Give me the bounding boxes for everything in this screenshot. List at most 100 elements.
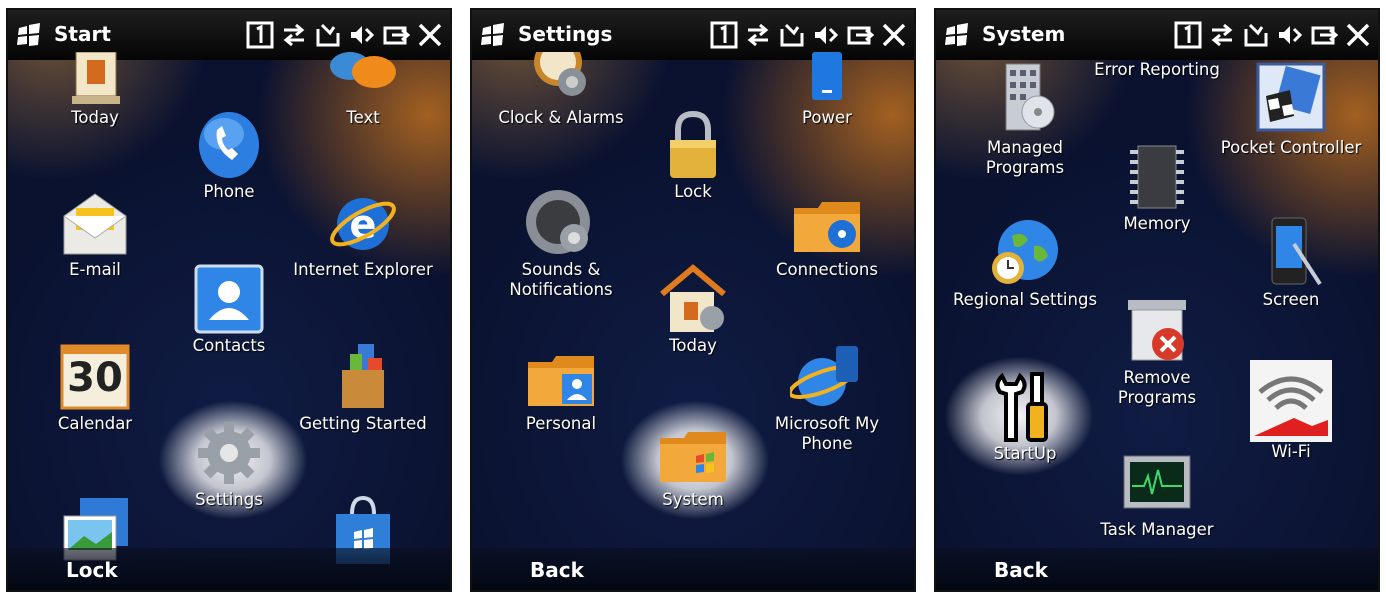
softkey-lock-button[interactable]: Lock [66,558,118,582]
tile-phone[interactable]: Phone [154,108,304,202]
sim-card-1-icon[interactable] [1174,21,1202,49]
tile-label: Screen [1262,290,1320,309]
tile-wifi[interactable]: Wi-Fi [1216,360,1366,462]
tile-system[interactable]: System [618,416,768,510]
tile-managed-programs[interactable]: Managed Programs [950,62,1100,178]
tile-microsoft-my-phone[interactable]: Microsoft My Phone [752,340,902,454]
padlock-icon [656,108,730,182]
tile-label: Memory [1123,214,1191,233]
windows-start-icon[interactable] [480,23,506,47]
internet-explorer-icon: e [326,186,400,260]
sim-card-1-icon[interactable] [710,21,738,49]
tile-label: Connections [776,260,878,279]
tile-label: Today [71,108,119,127]
tile-today[interactable]: Today [618,262,768,356]
tile-sounds-notifications[interactable]: Sounds & Notifications [486,186,636,300]
tile-label: Power [802,108,852,127]
phone-icon [192,108,266,182]
calendar-day: 30 [67,355,123,401]
tile-label: Text [346,108,380,127]
tile-clock-alarms[interactable]: Clock & Alarms [486,38,636,128]
battery-plug-icon[interactable] [846,21,875,49]
tile-label: Contacts [192,336,266,355]
globe-clock-icon [988,216,1062,290]
tile-task-manager[interactable]: Task Manager [1082,446,1232,540]
phone-missed-icon[interactable] [1242,21,1270,49]
remove-programs-icon [1120,294,1194,368]
tile-text[interactable]: Text [288,52,438,128]
close-icon[interactable] [416,21,444,49]
tile-label: Wi-Fi [1271,442,1311,461]
tile-label: Personal [525,414,597,433]
softkey-back-button[interactable]: Back [530,558,584,582]
tile-label: Pocket Controller [1220,138,1362,157]
folder-windows-icon [656,416,730,490]
gear-icon [192,416,266,490]
tile-settings[interactable]: Settings [154,416,304,510]
folder-contact-icon [524,340,598,414]
tile-label: Task Manager [1100,520,1214,539]
pocket-controller-icon [1254,62,1328,138]
battery-plug-icon[interactable] [382,21,411,49]
softkey-back-button[interactable]: Back [994,558,1048,582]
folder-antenna-icon [790,186,864,260]
tile-email[interactable]: E-mail [20,186,170,280]
volume-muted-icon[interactable] [812,21,840,49]
tile-regional-settings[interactable]: Regional Settings [950,216,1100,310]
windows-start-icon[interactable] [944,23,970,47]
start-screen: Start Today Text Phone E-mail e Internet… [6,8,452,592]
settings-screen: Settings Clock & Alarms Power Lock Sound… [470,8,916,592]
house-icon [58,51,132,108]
clock-gear-icon [524,38,598,108]
tile-internet-explorer[interactable]: e Internet Explorer [288,186,438,280]
phone-missed-icon[interactable] [778,21,806,49]
status-bar [246,21,444,49]
tile-label: Microsoft My Phone [774,414,880,453]
tile-label: Lock [674,182,712,201]
tile-label: Settings [195,490,263,509]
tile-power[interactable]: Power [752,52,902,128]
data-sync-icon[interactable] [280,21,308,49]
tile-label: Phone [203,182,255,201]
windows-start-icon[interactable] [16,23,42,47]
tile-contacts[interactable]: Contacts [154,262,304,356]
softkey-bar: Back [936,548,1378,590]
data-sync-icon[interactable] [744,21,772,49]
tile-label: Sounds & Notifications [509,260,613,299]
tile-label: System [662,490,724,509]
tile-pocket-controller[interactable]: Pocket Controller [1216,62,1366,158]
tile-personal[interactable]: Personal [486,340,636,434]
screen-title: Settings [518,22,613,46]
wrench-screwdriver-icon [988,370,1062,444]
tile-lock[interactable]: Lock [618,108,768,202]
softkey-bar: Back [472,548,914,590]
battery-plug-icon[interactable] [1310,21,1339,49]
volume-muted-icon[interactable] [1276,21,1304,49]
tile-getting-started[interactable]: Getting Started [288,340,438,434]
tile-today[interactable]: Today [20,51,170,128]
tile-startup[interactable]: StartUp [950,370,1100,464]
data-sync-icon[interactable] [1208,21,1236,49]
tile-screen[interactable]: Screen [1216,216,1366,310]
close-icon[interactable] [1344,21,1372,49]
tile-label: Regional Settings [952,290,1098,309]
speaker-gear-icon [524,186,598,260]
tile-label: Remove Programs [1117,368,1197,407]
sim-card-1-icon[interactable] [246,21,274,49]
wifi-icon [1250,360,1332,442]
status-bar [710,21,908,49]
tile-calendar[interactable]: 30 Calendar [20,340,170,434]
screen-title: System [982,22,1066,46]
battery-icon [790,52,864,108]
phone-missed-icon[interactable] [314,21,342,49]
speech-bubble-icon [326,52,400,108]
close-icon[interactable] [880,21,908,49]
tile-label: E-mail [69,260,121,279]
tile-memory[interactable]: Memory [1082,140,1232,234]
tile-label: Clock & Alarms [498,108,624,127]
tile-connections[interactable]: Connections [752,186,902,280]
volume-muted-icon[interactable] [348,21,376,49]
tile-error-reporting[interactable]: Error Reporting [1082,60,1232,80]
tile-remove-programs[interactable]: Remove Programs [1082,294,1232,408]
system-screen: System Error Reporting Managed Programs … [934,8,1380,592]
